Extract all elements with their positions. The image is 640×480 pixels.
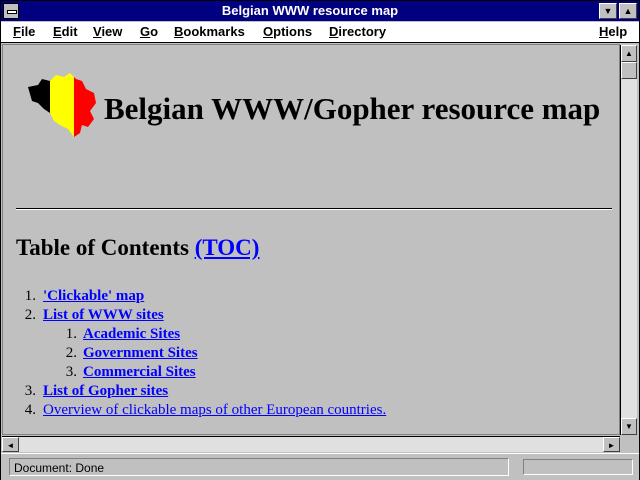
arrow-down-icon: ▼ bbox=[625, 422, 633, 431]
scroll-right-button[interactable]: ► bbox=[603, 437, 620, 452]
scrollbar-corner bbox=[620, 436, 637, 452]
progress-indicator bbox=[523, 459, 633, 475]
menu-file[interactable]: File bbox=[13, 24, 35, 39]
menu-bar: File Edit View Go Bookmarks Options Dire… bbox=[1, 22, 639, 43]
arrow-right-icon: ► bbox=[607, 441, 616, 450]
list-item: 3. List of Gopher sites bbox=[24, 382, 169, 401]
maximize-button[interactable]: ▲ bbox=[619, 3, 637, 19]
scroll-left-button[interactable]: ◄ bbox=[2, 437, 19, 452]
system-menu-icon[interactable] bbox=[3, 3, 19, 19]
link-government-sites[interactable]: Government Sites bbox=[83, 344, 198, 363]
minimize-arrow-icon: ▼ bbox=[603, 6, 613, 16]
link-www-sites[interactable]: List of WWW sites bbox=[43, 306, 164, 325]
link-european-maps[interactable]: Overview of clickable maps of other Euro… bbox=[43, 401, 386, 420]
horizontal-scrollbar[interactable]: ◄ ► bbox=[2, 436, 620, 452]
list-item: 1. Academic Sites bbox=[65, 325, 181, 344]
list-item: 3. Commercial Sites bbox=[65, 363, 196, 382]
toc-anchor-link[interactable]: (TOC) bbox=[195, 235, 260, 260]
horizontal-rule bbox=[16, 208, 612, 210]
menu-edit[interactable]: Edit bbox=[53, 24, 78, 39]
browser-window: Belgian WWW resource map ▼ ▲ File Edit V… bbox=[0, 0, 640, 480]
link-gopher-sites[interactable]: List of Gopher sites bbox=[43, 382, 168, 401]
arrow-left-icon: ◄ bbox=[6, 441, 15, 450]
list-item: 1. 'Clickable' map bbox=[24, 287, 145, 306]
menu-bookmarks[interactable]: Bookmarks bbox=[174, 24, 245, 39]
maximize-arrow-icon: ▲ bbox=[623, 6, 633, 16]
minimize-button[interactable]: ▼ bbox=[599, 3, 617, 19]
vertical-scroll-track[interactable] bbox=[621, 79, 637, 418]
vertical-scrollbar[interactable]: ▲ ▼ bbox=[620, 45, 637, 435]
page-heading: Belgian WWW/Gopher resource map bbox=[104, 91, 601, 126]
toc-heading: Table of Contents (TOC) bbox=[16, 235, 260, 260]
menu-help[interactable]: Help bbox=[599, 24, 627, 39]
link-academic-sites[interactable]: Academic Sites bbox=[83, 325, 180, 344]
list-item: 4. Overview of clickable maps of other Eu… bbox=[24, 401, 387, 420]
menu-view[interactable]: View bbox=[93, 24, 122, 39]
menu-go[interactable]: Go bbox=[140, 24, 158, 39]
scroll-up-button[interactable]: ▲ bbox=[621, 45, 637, 62]
status-bar: Document: Done bbox=[1, 453, 639, 480]
list-item: 2. List of WWW sites bbox=[24, 306, 164, 325]
menu-directory[interactable]: Directory bbox=[329, 24, 386, 39]
link-commercial-sites[interactable]: Commercial Sites bbox=[83, 363, 196, 382]
title-bar[interactable]: Belgian WWW resource map ▼ ▲ bbox=[1, 1, 639, 21]
document-view[interactable]: Belgian WWW/Gopher resource map Table of… bbox=[2, 44, 620, 435]
scroll-down-button[interactable]: ▼ bbox=[621, 418, 637, 435]
vertical-scroll-thumb[interactable] bbox=[621, 62, 637, 79]
arrow-up-icon: ▲ bbox=[625, 49, 633, 58]
link-clickable-map[interactable]: 'Clickable' map bbox=[43, 287, 144, 306]
status-text: Document: Done bbox=[9, 458, 509, 476]
toc-list: 1. 'Clickable' map 2. List of WWW sites 1.… bbox=[16, 287, 596, 420]
list-item: 2. Government Sites bbox=[65, 344, 198, 363]
menu-options[interactable]: Options bbox=[263, 24, 312, 39]
window-title: Belgian WWW resource map bbox=[221, 3, 399, 18]
